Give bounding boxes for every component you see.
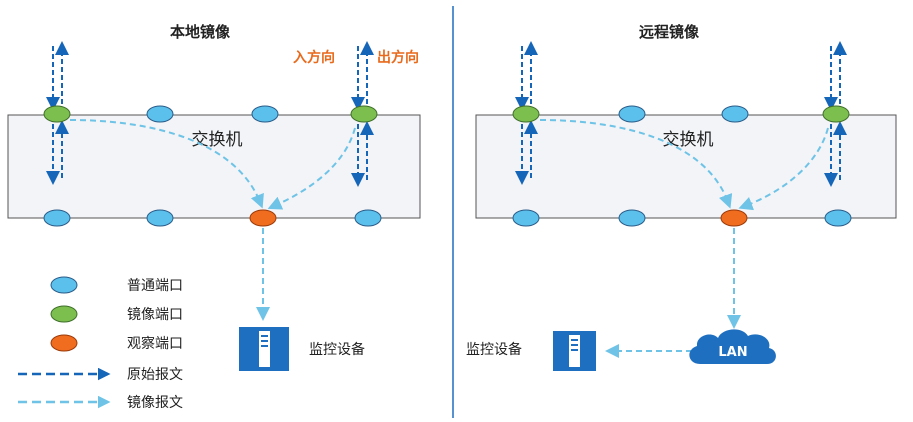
local-observe-port xyxy=(249,209,277,227)
remote-monitor-label: 监控设备 xyxy=(466,341,522,358)
remote-mirror-port-1 xyxy=(512,105,540,123)
legend-observe-port-icon xyxy=(50,334,78,352)
port-mirroring-diagram: 本地镜像 交换机 入方向 出方向 监控设备 普通端口 镜像端口 观察端口 原始报… xyxy=(0,0,913,422)
remote-normal-port-2 xyxy=(721,105,749,123)
diagram-canvas: 本地镜像 交换机 入方向 出方向 监控设备 普通端口 镜像端口 观察端口 原始报… xyxy=(7,6,897,418)
lan-label: LAN xyxy=(718,345,747,360)
local-mirror-port-2 xyxy=(350,105,378,123)
remote-normal-port-5 xyxy=(824,209,852,227)
local-monitor-device-icon xyxy=(239,327,289,371)
local-normal-port-4 xyxy=(146,209,174,227)
remote-normal-port-1 xyxy=(618,105,646,123)
local-normal-port-5 xyxy=(354,209,382,227)
remote-normal-port-4 xyxy=(618,209,646,227)
local-normal-port-2 xyxy=(251,105,279,123)
local-mirror-port-1 xyxy=(43,105,71,123)
legend-mirror-port-label: 镜像端口 xyxy=(127,307,183,323)
in-direction-label: 入方向 xyxy=(293,49,335,66)
out-direction-label: 出方向 xyxy=(377,49,419,66)
remote-monitor-device-icon xyxy=(553,331,596,371)
legend-normal-port-icon xyxy=(50,276,78,294)
remote-observe-port xyxy=(720,209,748,227)
legend-observe-port-label: 观察端口 xyxy=(127,335,183,352)
remote-mirror-port-2 xyxy=(822,105,850,123)
remote-title: 远程镜像 xyxy=(639,23,700,41)
local-title: 本地镜像 xyxy=(170,23,231,41)
local-switch-label: 交换机 xyxy=(192,130,243,150)
legend-normal-port-label: 普通端口 xyxy=(127,278,183,294)
legend-mirror-packet-label: 镜像报文 xyxy=(127,395,183,411)
local-normal-port-3 xyxy=(43,209,71,227)
legend-original-packet-label: 原始报文 xyxy=(127,367,183,383)
remote-switch-label: 交换机 xyxy=(663,130,714,150)
legend-mirror-port-icon xyxy=(50,305,78,323)
local-monitor-label: 监控设备 xyxy=(309,341,365,358)
local-normal-port-1 xyxy=(146,105,174,123)
remote-normal-port-3 xyxy=(512,209,540,227)
